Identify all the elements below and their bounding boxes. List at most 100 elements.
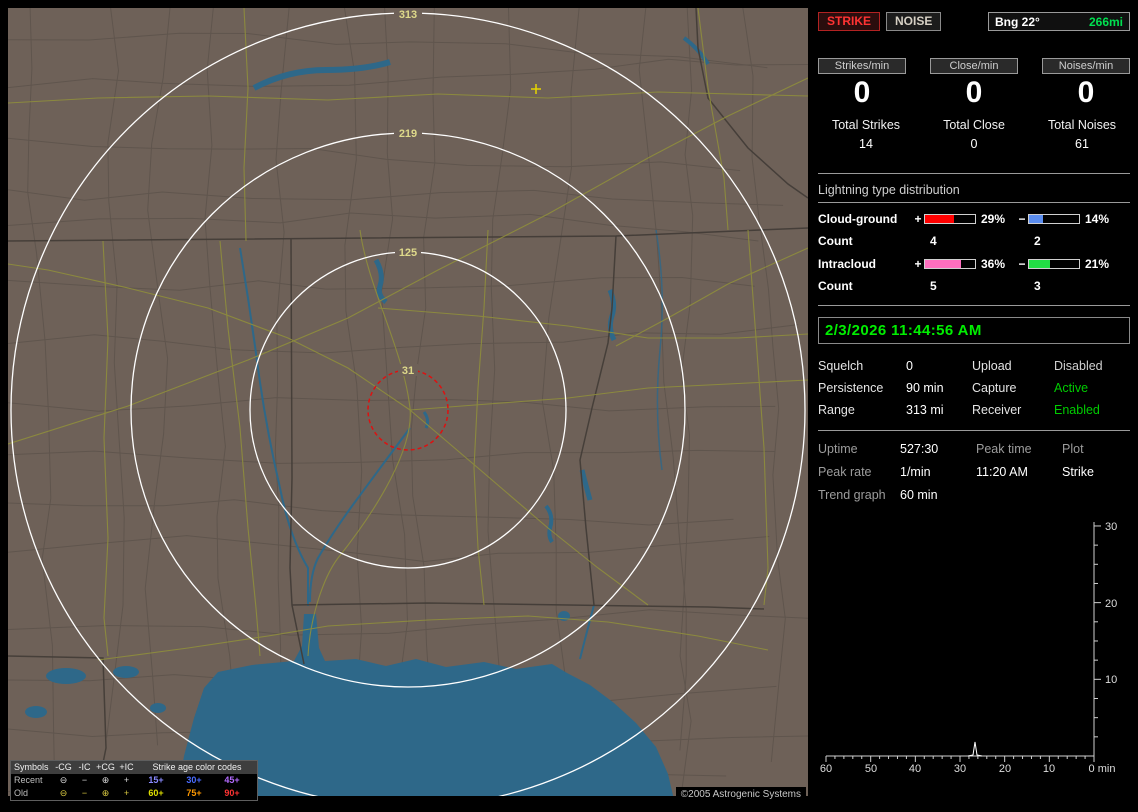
totals: Total Strikes 14 Total Close 0 Total Noi… xyxy=(818,118,1130,151)
lake xyxy=(46,668,86,684)
divider xyxy=(818,430,1130,431)
minus-sign: − xyxy=(1018,257,1026,271)
legend-col-neg-cg: -CG xyxy=(55,762,72,772)
ic-negative-count: 3 xyxy=(1034,279,1041,293)
x-tick-label: 40 xyxy=(909,763,921,775)
strike-mode-button[interactable]: STRIKE xyxy=(818,12,881,31)
noises-per-min-value: 0 xyxy=(1077,76,1095,109)
age-30: 30+ xyxy=(186,775,202,785)
upload-value: Disabled xyxy=(1054,359,1103,373)
age-45: 45+ xyxy=(224,775,240,785)
y-tick-label: 10 xyxy=(1105,674,1117,686)
rate-values: 0 0 0 xyxy=(818,77,1130,109)
lightning-map[interactable]: 313 219 125 31 Symbols -CG -IC +CG +IC S… xyxy=(8,8,808,804)
ring-label: 313 xyxy=(399,9,417,21)
x-tick-label: 10 xyxy=(1043,763,1055,775)
legend-col-pos-ic: +IC xyxy=(119,762,134,772)
legend-age-header: Strike age color codes xyxy=(152,762,242,772)
legend-symbols-header: Symbols xyxy=(14,762,49,772)
noise-mode-button[interactable]: NOISE xyxy=(886,12,942,31)
range-value: 313 mi xyxy=(906,403,944,417)
pos-cg-icon: ⊕ xyxy=(101,775,110,785)
peak-rate-label: Peak rate xyxy=(818,465,872,479)
map-canvas[interactable]: 313 219 125 31 xyxy=(8,8,808,804)
cg-positive-count: 4 xyxy=(930,234,937,248)
divider xyxy=(818,305,1130,306)
peak-rate-value: 1/min xyxy=(900,465,931,479)
minus-sign: − xyxy=(1018,212,1026,226)
neg-cg-icon: ⊖ xyxy=(59,788,68,798)
uptime-value: 527:30 xyxy=(900,442,939,456)
plot-label: Plot xyxy=(1062,442,1084,456)
neg-ic-icon: − xyxy=(81,775,88,785)
datetime-readout: 2/3/2026 11:44:56 AM xyxy=(818,317,1130,344)
total-close: Total Close 0 xyxy=(926,118,1022,151)
strikes-per-min-value: 0 xyxy=(853,76,871,109)
intracloud-row: Intracloud + 36% − 21% xyxy=(818,257,1130,271)
trend-graph-label: Trend graph xyxy=(818,488,886,502)
age-75: 75+ xyxy=(186,788,202,798)
count-label: Count xyxy=(818,279,853,293)
receiver-value: Enabled xyxy=(1054,403,1100,417)
rate-boxes: Strikes/min Close/min Noises/min xyxy=(818,58,1130,74)
cloud-ground-count-row: Count 4 2 xyxy=(818,234,1130,248)
age-90: 90+ xyxy=(224,788,240,798)
y-tick-label: 30 xyxy=(1105,521,1117,533)
ring-label: 219 xyxy=(399,128,417,140)
map-legend: Symbols -CG -IC +CG +IC Strike age color… xyxy=(10,760,258,801)
total-close-value: 0 xyxy=(970,137,978,151)
receiver-label: Receiver xyxy=(972,403,1022,417)
persistence-label: Persistence xyxy=(818,381,884,395)
legend-old-row: Old ⊖ − ⊕ + 60+ 75+ 90+ xyxy=(11,787,257,800)
peak-time-value: 11:20 AM xyxy=(976,465,1028,479)
total-noises-value: 61 xyxy=(1075,137,1089,151)
status-grid: Uptime 527:30 Peak time Plot Peak rate 1… xyxy=(818,442,1130,502)
cg-positive-bar xyxy=(924,214,976,224)
legend-col-neg-ic: -IC xyxy=(78,762,91,772)
trend-spike xyxy=(967,741,983,757)
legend-header-row: Symbols -CG -IC +CG +IC Strike age color… xyxy=(11,761,257,774)
capture-value: Active xyxy=(1054,381,1089,395)
legend-recent-row: Recent ⊖ − ⊕ + 15+ 30+ 45+ xyxy=(11,774,257,787)
count-label: Count xyxy=(818,234,853,248)
mode-toolbar: STRIKE NOISE Bng 22° 266mi xyxy=(818,12,1130,31)
ic-positive-pct: 36% xyxy=(981,257,1006,271)
x-tick-label: 0 min xyxy=(1089,763,1116,775)
legend-old-label: Old xyxy=(14,788,29,798)
ic-negative-pct: 21% xyxy=(1085,257,1110,271)
lake xyxy=(113,666,139,678)
total-strikes-label: Total Strikes xyxy=(831,118,901,132)
strikes-per-min-box[interactable]: Strikes/min xyxy=(818,58,906,74)
squelch-label: Squelch xyxy=(818,359,864,373)
cloud-ground-row: Cloud-ground + 29% − 14% xyxy=(818,212,1130,226)
age-15: 15+ xyxy=(148,775,164,785)
ring-label: 125 xyxy=(399,247,417,259)
pos-ic-icon: + xyxy=(123,788,130,798)
y-tick-label: 20 xyxy=(1105,598,1117,610)
noises-per-min-box[interactable]: Noises/min xyxy=(1042,58,1130,74)
trend-graph: 30 20 10 60 50 40 30 20 10 0 min xyxy=(820,521,1117,775)
total-noises-label: Total Noises xyxy=(1047,118,1117,132)
neg-cg-icon: ⊖ xyxy=(59,775,68,785)
total-close-label: Total Close xyxy=(943,118,1005,132)
right-panel: STRIKE NOISE Bng 22° 266mi Strikes/min C… xyxy=(818,12,1130,806)
divider xyxy=(818,202,1130,203)
plot-value: Strike xyxy=(1062,465,1094,479)
total-noises: Total Noises 61 xyxy=(1034,118,1130,151)
neg-ic-icon: − xyxy=(81,788,88,798)
range-label: Range xyxy=(818,403,855,417)
distribution-title: Lightning type distribution xyxy=(818,183,960,197)
age-60: 60+ xyxy=(148,788,164,798)
cg-negative-bar xyxy=(1028,214,1080,224)
legend-col-pos-cg: +CG xyxy=(96,762,115,772)
x-tick-label: 20 xyxy=(999,763,1011,775)
cg-negative-count: 2 xyxy=(1034,234,1041,248)
upload-label: Upload xyxy=(972,359,1012,373)
persistence-value: 90 min xyxy=(906,381,944,395)
close-per-min-box[interactable]: Close/min xyxy=(930,58,1018,74)
capture-label: Capture xyxy=(972,381,1017,395)
lake xyxy=(150,703,166,713)
cg-positive-pct: 29% xyxy=(981,212,1006,226)
uptime-label: Uptime xyxy=(818,442,858,456)
x-tick-label: 30 xyxy=(954,763,966,775)
